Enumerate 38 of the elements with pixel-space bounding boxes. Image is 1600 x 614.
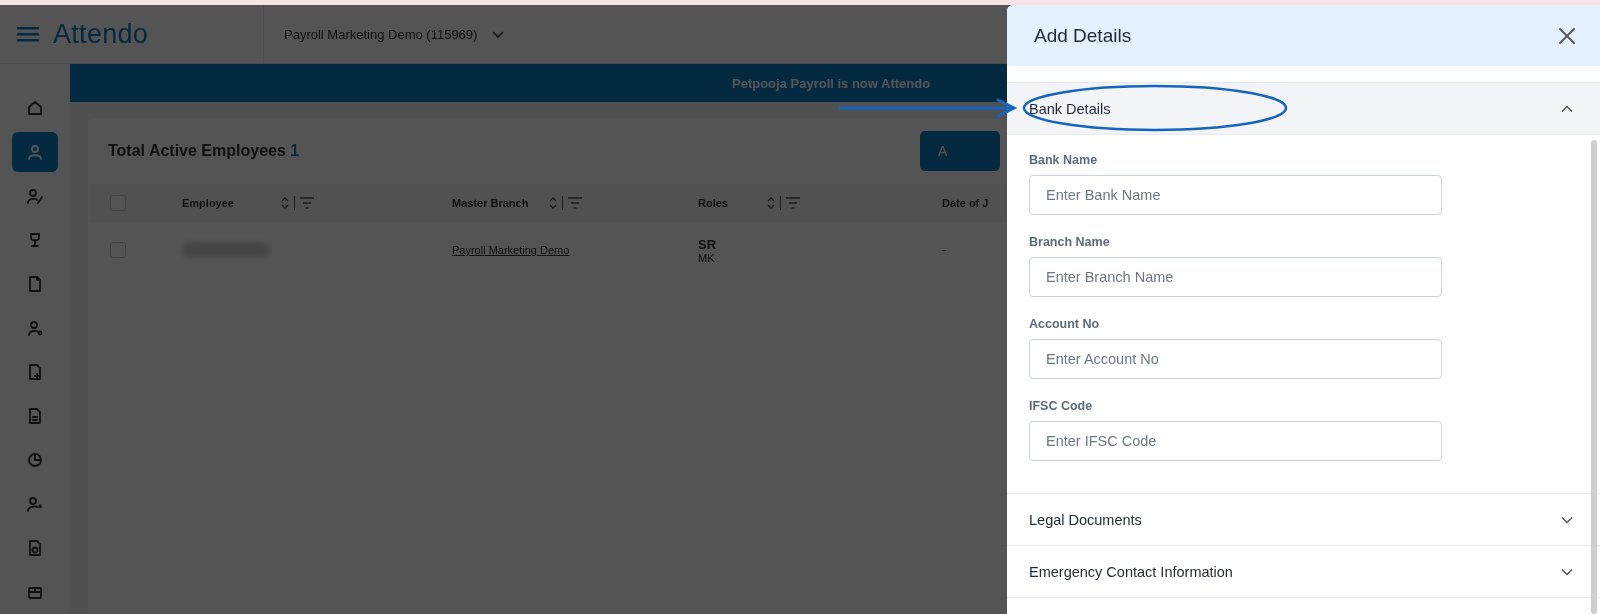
column-header: Employee xyxy=(182,197,234,209)
accordion-header[interactable]: Bank Details xyxy=(1007,83,1600,135)
pie-chart-icon xyxy=(26,451,44,469)
document-icon xyxy=(26,275,44,293)
card-title: Total Active Employees 1 xyxy=(108,142,300,160)
document-icon xyxy=(26,407,44,425)
input-field[interactable]: Enter Account No xyxy=(1029,339,1442,379)
sidebar-item[interactable] xyxy=(12,132,58,172)
input-field[interactable]: Enter IFSC Code xyxy=(1029,421,1442,461)
document-icon xyxy=(26,539,44,557)
input-field[interactable]: Enter Branch Name xyxy=(1029,257,1442,297)
sort-icon[interactable] xyxy=(279,195,290,211)
input-field[interactable]: Enter Bank Name xyxy=(1029,175,1442,215)
column-header: Master Branch xyxy=(452,197,529,209)
filter-icon[interactable] xyxy=(784,196,801,210)
table-cell: - xyxy=(942,243,946,257)
document-icon xyxy=(26,363,44,381)
filter-icon[interactable] xyxy=(298,196,315,210)
column-header: Date of J xyxy=(942,197,989,209)
filter-icon[interactable] xyxy=(567,196,584,210)
field-label: IFSC Code xyxy=(1029,399,1094,413)
field-label: Bank Name xyxy=(1029,153,1099,167)
column-header: Roles xyxy=(698,197,728,209)
sort-icon[interactable] xyxy=(548,195,559,211)
user-icon xyxy=(26,319,44,337)
role-text: SR xyxy=(698,236,717,252)
scrollbar[interactable] xyxy=(1591,140,1597,614)
role-subtext: MK xyxy=(698,251,715,264)
logo: Attendo xyxy=(53,18,149,50)
sort-icon[interactable] xyxy=(765,195,776,211)
drawer-title: Add Details xyxy=(1034,24,1132,47)
field-label: Account No xyxy=(1029,317,1101,331)
close-icon[interactable] xyxy=(1558,26,1576,45)
user-icon xyxy=(26,143,44,161)
user-edit-icon xyxy=(26,187,44,205)
field-label: Branch Name xyxy=(1029,235,1111,249)
menu-icon[interactable] xyxy=(17,26,39,42)
home-icon xyxy=(26,99,44,117)
